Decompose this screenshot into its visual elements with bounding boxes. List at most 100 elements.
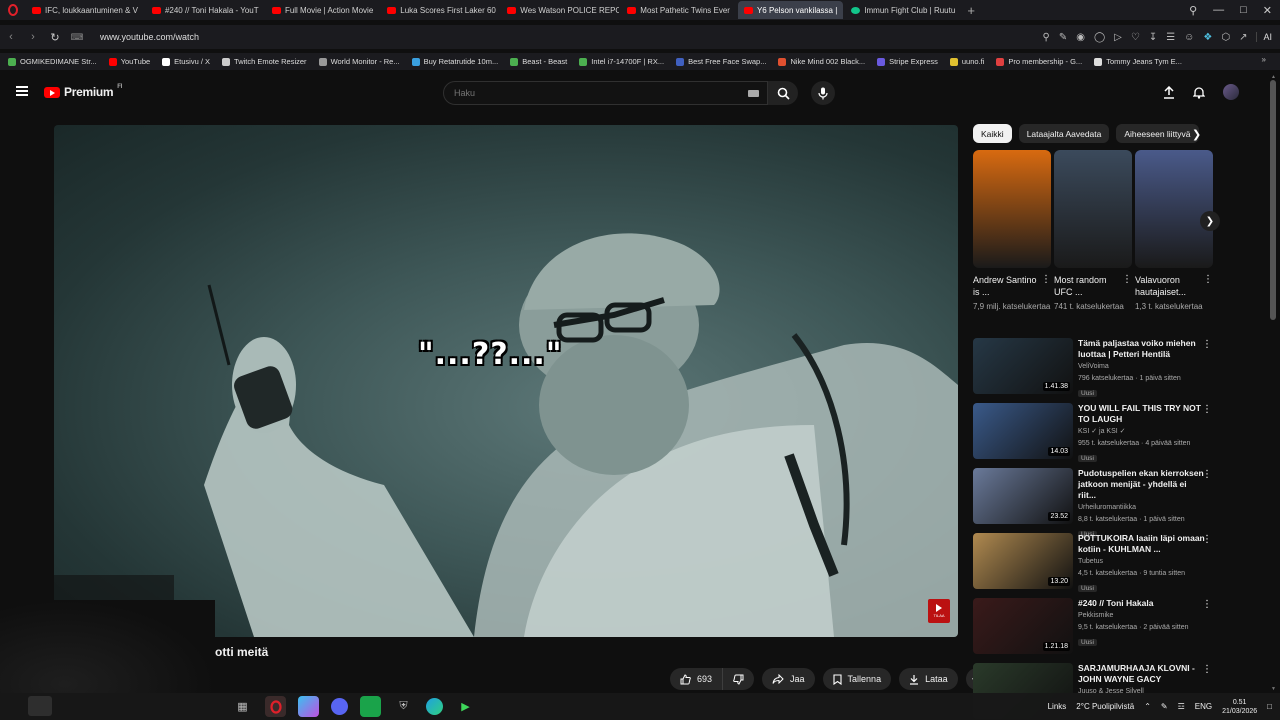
tray-chevron-icon[interactable]: ⌃ <box>1144 702 1151 711</box>
more-vertical-icon[interactable]: ⋮ <box>1202 664 1212 675</box>
bookmark-item[interactable]: Intel i7-14700F | RX... <box>579 57 664 66</box>
vpn-shield-icon[interactable]: ⛨ <box>393 696 414 717</box>
short-card[interactable]: Most random UFC ... ⋮ 741 t. katselukertaa <box>1054 150 1132 312</box>
video-thumbnail[interactable]: 1.21.18 <box>973 598 1073 654</box>
more-vertical-icon[interactable]: ⋮ <box>1202 599 1212 610</box>
filter-chip[interactable]: Aiheeseen liittyvä <box>1116 124 1199 143</box>
short-card[interactable]: Valavuoron hautajaiset... ⋮ 1,3 t. katselu… <box>1135 150 1213 312</box>
video-title[interactable]: YOU WILL FAIL THIS TRY NOT TO LAUGH <box>1078 403 1206 425</box>
url-field[interactable]: www.youtube.com/watch <box>100 32 199 42</box>
video-thumbnail[interactable]: 1.41.38 <box>973 338 1073 394</box>
back-icon[interactable]: ‹ <box>0 31 22 43</box>
more-vertical-icon[interactable]: ⋮ <box>1122 274 1132 286</box>
recommended-video[interactable]: 13.20 POTTUKOIRA laaiin läpi omaan kotiin… <box>973 533 1218 598</box>
shorts-next-button[interactable]: ❯ <box>1200 211 1220 231</box>
keyboard-icon[interactable] <box>748 90 759 97</box>
opera-logo-icon[interactable] <box>0 0 26 20</box>
short-title[interactable]: Valavuoron hautajaiset... ⋮ <box>1135 274 1213 298</box>
download-icon[interactable]: ↧ <box>1149 32 1157 43</box>
recommended-video[interactable]: 23.52 Pudotuspelien ekan kierroksen jatko… <box>973 468 1218 538</box>
minimize-icon[interactable]: — <box>1213 4 1224 16</box>
discord-icon[interactable] <box>331 698 348 715</box>
channel-name[interactable]: KSI ✓ ja KSI ✓ <box>1078 427 1206 437</box>
search-button[interactable] <box>768 81 798 105</box>
bookmark-item[interactable]: Best Free Face Swap... <box>676 57 766 66</box>
bookmark-item[interactable]: Stripe Express <box>877 57 938 66</box>
short-card[interactable]: Andrew Santino is ... ⋮ 7,9 milj. katseluk… <box>973 150 1051 312</box>
video-thumbnail[interactable]: 23.52 <box>973 468 1073 524</box>
edit-icon[interactable]: ✎ <box>1059 32 1067 43</box>
weather-widget[interactable]: 2°C Puolipilvistä <box>1076 702 1134 711</box>
browser-tab[interactable]: Y6 Pelson vankilassa | <box>737 1 844 19</box>
bookmark-item[interactable]: Twitch Emote Resizer <box>222 57 307 66</box>
like-button[interactable]: 693 <box>670 668 724 690</box>
reload-icon[interactable]: ↻ <box>44 31 66 44</box>
more-vertical-icon[interactable]: ⋮ <box>1202 404 1212 415</box>
pen-icon[interactable]: ✎ <box>1161 702 1168 711</box>
video-title[interactable]: Pudotuspelien ekan kierroksen jatkoon me… <box>1078 468 1206 501</box>
language-indicator[interactable]: ENG <box>1195 702 1212 711</box>
account-icon[interactable]: ☺ <box>1184 32 1194 43</box>
short-thumbnail[interactable] <box>1054 150 1132 268</box>
short-title[interactable]: Most random UFC ... ⋮ <box>1054 274 1132 298</box>
recommended-video[interactable]: 1.41.38 Tämä paljastaa voiko miehen luott… <box>973 338 1218 403</box>
bookmark-item[interactable]: World Monitor - Re... <box>318 57 400 66</box>
tab-search-icon[interactable]: ⚲ <box>1189 4 1197 17</box>
dislike-button[interactable] <box>723 668 755 690</box>
video-player[interactable]: "...??..." TILAA <box>54 125 958 637</box>
browser-tab[interactable]: Immun Fight Club | Ruutu <box>845 1 961 19</box>
links-toolbar[interactable]: Links <box>1048 702 1067 711</box>
bookmarks-overflow-icon[interactable]: » <box>1262 55 1266 64</box>
short-thumbnail[interactable] <box>1135 150 1213 268</box>
save-button[interactable]: Tallenna <box>822 668 892 690</box>
ai-button[interactable]: AI <box>1256 32 1272 42</box>
more-vertical-icon[interactable]: ⋮ <box>1202 534 1212 545</box>
browser-tab[interactable]: IFC, loukkaantuminen & V <box>26 1 144 19</box>
video-thumbnail[interactable]: 14.03 <box>973 403 1073 459</box>
notifications-bell-icon[interactable] <box>1193 86 1205 99</box>
bookmark-item[interactable]: YouTube <box>108 57 150 66</box>
green-app-icon[interactable] <box>360 696 381 717</box>
video-thumbnail[interactable]: 13.20 <box>973 533 1073 589</box>
new-tab-button[interactable]: + <box>967 3 975 18</box>
video-title[interactable]: #240 // Toni Hakala <box>1078 598 1206 609</box>
bookmark-item[interactable]: Nike Mind 002 Black... <box>778 57 865 66</box>
recommended-video[interactable]: 14.03 YOU WILL FAIL THIS TRY NOT TO LAUGH… <box>973 403 1218 468</box>
avatar[interactable] <box>1223 84 1239 100</box>
page-scrollbar[interactable] <box>1270 80 1276 320</box>
browser-tab[interactable]: Wes Watson POLICE REPO <box>501 1 619 19</box>
forward-icon[interactable]: › <box>22 31 44 43</box>
recommended-video[interactable]: 1.21.18 #240 // Toni Hakala Pekkismike 9,5 … <box>973 598 1218 663</box>
maximize-icon[interactable]: □ <box>1240 4 1247 16</box>
youtube-premium-logo[interactable]: Premium FI <box>44 84 122 99</box>
voice-search-button[interactable] <box>811 81 835 105</box>
shield-icon[interactable]: ◯ <box>1094 32 1105 43</box>
more-vertical-icon[interactable]: ⋮ <box>1202 469 1212 480</box>
upload-icon[interactable] <box>1163 85 1175 99</box>
play-icon[interactable]: ▷ <box>1114 32 1122 43</box>
video-title[interactable]: SARJAMURHAAJA KLOVNI - JOHN WAYNE GACY <box>1078 663 1206 685</box>
browser-tab[interactable]: Luka Scores First Laker 60 <box>381 1 499 19</box>
edge-icon[interactable] <box>426 698 443 715</box>
search-icon[interactable]: ⚲ <box>1042 32 1049 43</box>
short-title[interactable]: Andrew Santino is ... ⋮ <box>973 274 1051 298</box>
subscribe-watermark[interactable]: TILAA <box>928 599 950 623</box>
pin-icon[interactable]: ↗ <box>1239 32 1247 43</box>
heart-icon[interactable]: ♡ <box>1131 32 1140 43</box>
bookmark-item[interactable]: uuno.fi <box>949 57 984 66</box>
filter-chip[interactable]: Lataajalta Aavedata <box>1018 124 1110 143</box>
channel-name[interactable]: Tubetus <box>1078 557 1206 567</box>
network-icon[interactable]: ☲ <box>1178 702 1185 711</box>
channel-name[interactable]: VeliVoima <box>1078 362 1206 372</box>
channel-name[interactable]: Urheiluromantiikka <box>1078 503 1206 513</box>
more-vertical-icon[interactable]: ⋮ <box>1041 274 1051 286</box>
bookmark-item[interactable]: Beast - Beast <box>510 57 567 66</box>
notifications-icon[interactable]: □ <box>1267 702 1272 711</box>
more-vertical-icon[interactable]: ⋮ <box>1202 339 1212 350</box>
download-button[interactable]: Lataa <box>899 668 958 690</box>
menu-lines-icon[interactable]: ☰ <box>1166 32 1175 43</box>
opera-taskbar-icon[interactable] <box>265 696 286 717</box>
extension-icon[interactable]: ❖ <box>1203 32 1212 43</box>
media-player-icon[interactable]: ▶ <box>455 696 476 717</box>
hamburger-menu-icon[interactable] <box>16 86 28 96</box>
